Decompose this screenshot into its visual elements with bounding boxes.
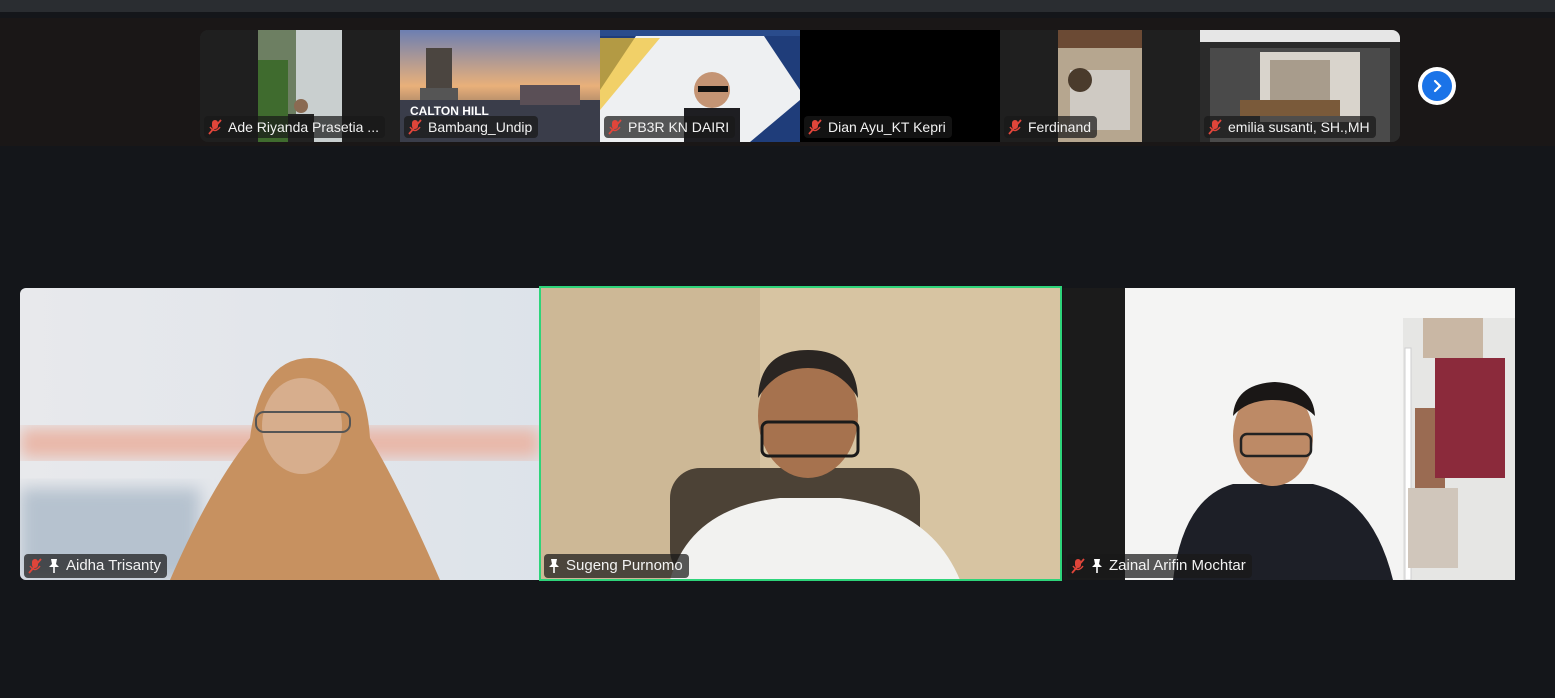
mic-muted-icon xyxy=(608,119,622,135)
participant-name: PB3R KN DAIRI xyxy=(628,119,730,135)
mic-muted-icon xyxy=(808,119,822,135)
next-page-button[interactable] xyxy=(1418,67,1456,105)
participant-tile[interactable]: Aidha Trisanty xyxy=(20,288,540,580)
participant-name: Zainal Arifin Mochtar xyxy=(1109,557,1246,574)
participant-name: Ade Riyanda Prasetia ... xyxy=(228,119,379,135)
mic-muted-icon xyxy=(1008,119,1022,135)
participant-thumbnail[interactable]: Dian Ayu_KT Kepri xyxy=(800,30,1000,142)
pin-icon xyxy=(49,559,59,573)
participant-name: Bambang_Undip xyxy=(428,119,533,135)
participant-label: Ade Riyanda Prasetia ... xyxy=(204,116,385,138)
pin-icon xyxy=(1092,559,1102,573)
participant-label: Ferdinand xyxy=(1004,116,1098,138)
participant-thumbnail[interactable]: PB3R KN DAIRI xyxy=(600,30,800,142)
participant-tile[interactable]: Sugeng Purnomo xyxy=(540,288,1060,580)
pin-icon xyxy=(549,559,559,573)
participant-name: emilia susanti, SH.,MH xyxy=(1228,119,1370,135)
chevron-right-icon xyxy=(1422,71,1452,101)
participant-name: Ferdinand xyxy=(1028,119,1092,135)
participant-name: Aidha Trisanty xyxy=(66,557,162,574)
participant-label: PB3R KN DAIRI xyxy=(604,116,736,138)
participant-thumbnail[interactable]: Ferdinand xyxy=(1000,30,1200,142)
participant-thumbnail[interactable]: emilia susanti, SH.,MH xyxy=(1200,30,1400,142)
participant-label: Dian Ayu_KT Kepri xyxy=(804,116,952,138)
participant-label: Zainal Arifin Mochtar xyxy=(1067,554,1252,578)
window-top-bar xyxy=(0,0,1555,12)
participant-video xyxy=(20,288,540,580)
participant-name: Dian Ayu_KT Kepri xyxy=(828,119,946,135)
participant-thumbnail[interactable]: Ade Riyanda Prasetia ... xyxy=(200,30,400,142)
mic-muted-icon xyxy=(1071,558,1085,574)
mic-muted-icon xyxy=(408,119,422,135)
participant-thumbnail[interactable]: CALTON HILL Bambang_Undip xyxy=(400,30,600,142)
participant-label: Aidha Trisanty xyxy=(24,554,168,578)
mic-muted-icon xyxy=(1208,119,1222,135)
participant-video xyxy=(540,288,1060,580)
participant-video xyxy=(1063,288,1515,580)
participant-label: Bambang_Undip xyxy=(404,116,539,138)
participant-tile[interactable]: Zainal Arifin Mochtar xyxy=(1063,288,1515,580)
mic-muted-icon xyxy=(208,119,222,135)
mic-muted-icon xyxy=(28,558,42,574)
participant-label: emilia susanti, SH.,MH xyxy=(1204,116,1376,138)
participant-label: Sugeng Purnomo xyxy=(544,554,689,578)
participant-name: Sugeng Purnomo xyxy=(566,557,683,574)
